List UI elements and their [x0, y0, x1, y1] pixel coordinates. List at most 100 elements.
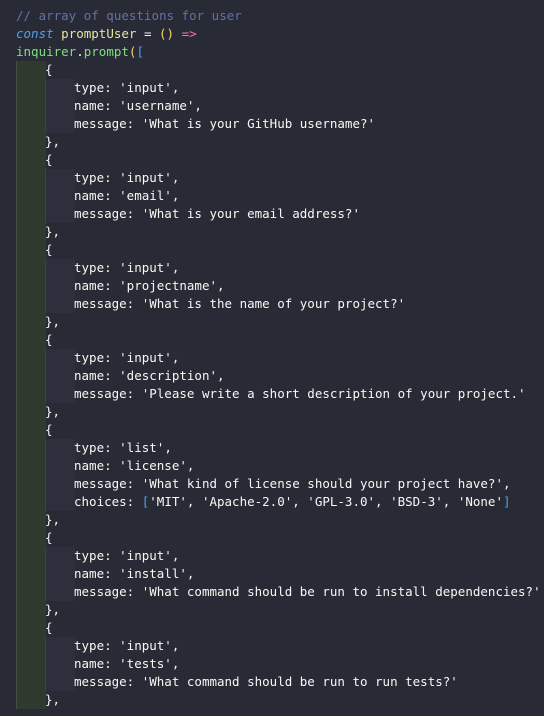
indent-guide: [45, 115, 75, 133]
indent-guide: [16, 439, 46, 457]
code-token: name:: [74, 278, 120, 293]
code-text: name: 'username',: [74, 97, 202, 115]
code-token: 'input': [119, 638, 172, 653]
code-line: message: 'What is your GitHub username?': [0, 115, 544, 133]
code-text: name: 'tests',: [74, 655, 179, 673]
code-text: type: 'list',: [74, 439, 172, 457]
code-token: 'list': [119, 440, 165, 455]
code-text: const promptUser = () =>: [16, 25, 197, 43]
indent-guide: [45, 367, 75, 385]
code-token: ,: [171, 350, 180, 365]
code-line: const promptUser = () =>: [0, 25, 544, 43]
code-line: inquirer.prompt([: [0, 43, 544, 61]
indent-guide: [16, 277, 46, 295]
code-text: message: 'Please write a short descripti…: [74, 385, 526, 403]
code-token: type:: [74, 548, 120, 563]
code-text: type: 'input',: [74, 169, 179, 187]
indent-guide: [45, 547, 75, 565]
indent-guide: [45, 673, 75, 691]
code-line: type: 'input',: [0, 349, 544, 367]
indent-guide: [16, 349, 46, 367]
code-text: type: 'input',: [74, 547, 179, 565]
code-token: name:: [74, 458, 120, 473]
indent-guide: [45, 205, 75, 223]
indent-guide: [16, 61, 46, 79]
code-token: ]: [502, 494, 511, 509]
indent-guide: [16, 223, 46, 241]
code-token: ,: [171, 548, 180, 563]
code-line: type: 'input',: [0, 259, 544, 277]
indent-guide: [16, 691, 46, 709]
code-text: {: [45, 151, 53, 169]
code-text: inquirer.prompt([: [16, 43, 144, 61]
indent-guide: [45, 565, 75, 583]
code-text: {: [45, 421, 53, 439]
code-token: 'projectname': [119, 278, 217, 293]
code-text: {: [45, 61, 53, 79]
indent-guide: [16, 295, 46, 313]
code-line: },: [0, 223, 544, 241]
indent-guide: [45, 79, 75, 97]
indent-guide: [16, 493, 46, 511]
code-token: const: [16, 26, 54, 41]
code-token: 'input': [119, 80, 172, 95]
code-text: message: 'What is your email address?': [74, 205, 360, 223]
code-token: type:: [74, 638, 120, 653]
code-token: 'What command should be run to install d…: [141, 584, 541, 599]
indent-guide: [45, 637, 75, 655]
indent-guide: [16, 619, 46, 637]
code-token: ,: [171, 638, 180, 653]
code-line: name: 'email',: [0, 187, 544, 205]
indent-guide: [16, 115, 46, 133]
indent-guide: [16, 421, 46, 439]
code-token: },: [45, 692, 61, 707]
code-editor[interactable]: // array of questions for user const prom…: [0, 0, 544, 716]
code-text: },: [45, 403, 60, 421]
code-token: type:: [74, 170, 120, 185]
indent-guide: [45, 277, 75, 295]
indent-guide: [45, 385, 75, 403]
code-token: 'license': [119, 458, 187, 473]
code-token: 'install': [119, 566, 187, 581]
code-line: message: 'Please write a short descripti…: [0, 385, 544, 403]
code-token: ,: [171, 170, 180, 185]
code-text: name: 'email',: [74, 187, 179, 205]
indent-guide: [16, 673, 46, 691]
indent-guide: [16, 187, 46, 205]
code-token: },: [45, 512, 61, 527]
code-line: type: 'list',: [0, 439, 544, 457]
code-line: type: 'input',: [0, 637, 544, 655]
code-text: message: 'What kind of license should yo…: [74, 475, 511, 493]
code-token: message:: [74, 476, 142, 491]
code-line: name: 'username',: [0, 97, 544, 115]
code-token: },: [45, 602, 61, 617]
indent-guide: [45, 475, 75, 493]
indent-guide: [45, 583, 75, 601]
code-token: message:: [74, 296, 142, 311]
code-line: type: 'input',: [0, 547, 544, 565]
code-line: {: [0, 151, 544, 169]
indent-guide: [45, 655, 75, 673]
code-token: ,: [171, 656, 180, 671]
code-token: ,: [171, 80, 180, 95]
code-token: 'input': [119, 170, 172, 185]
code-text: },: [45, 313, 60, 331]
code-line: // array of questions for user: [0, 7, 544, 25]
indent-guide: [16, 169, 46, 187]
indent-guide: [16, 331, 46, 349]
code-token: name:: [74, 566, 120, 581]
code-text: {: [45, 331, 53, 349]
code-line: type: 'input',: [0, 79, 544, 97]
code-token: 'input': [119, 548, 172, 563]
code-token: 'What kind of license should your projec…: [141, 476, 503, 491]
code-line: name: 'projectname',: [0, 277, 544, 295]
code-text: message: 'What is your GitHub username?': [74, 115, 375, 133]
indent-guide: [16, 151, 46, 169]
indent-guide: [16, 385, 46, 403]
code-token: 'description': [119, 368, 217, 383]
indent-guide: [16, 79, 46, 97]
code-token: (): [159, 26, 175, 41]
indent-guide: [45, 169, 75, 187]
code-text: name: 'description',: [74, 367, 225, 385]
